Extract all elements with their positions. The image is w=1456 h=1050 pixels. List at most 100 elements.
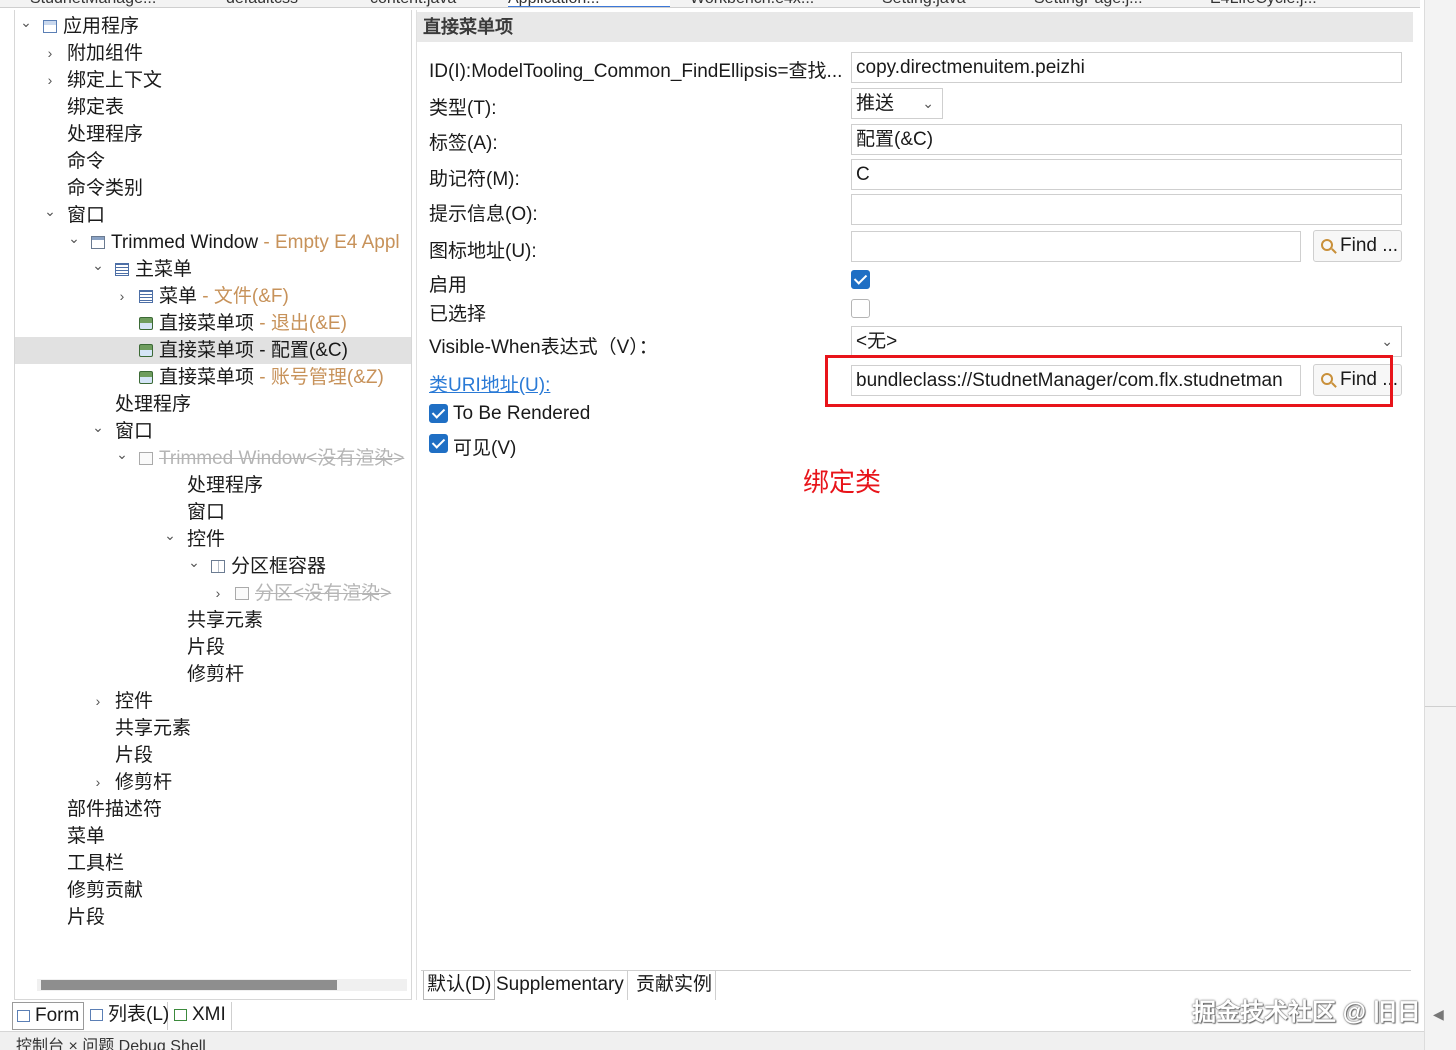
enabled-checkbox[interactable] [851, 270, 870, 289]
chevron-right-icon[interactable]: › [91, 688, 105, 715]
tree-item[interactable]: 片段 [15, 634, 411, 661]
top-tab-5[interactable]: Setting.java [882, 0, 1002, 7]
top-tab-6[interactable]: SettingPage.j... [1034, 0, 1174, 7]
tree-item[interactable]: › 分区<没有渲染> [15, 580, 411, 607]
top-tab-3[interactable]: Application... [508, 0, 670, 7]
tree-item[interactable]: › 控件 [15, 688, 411, 715]
chevron-right-icon[interactable]: › [115, 283, 129, 310]
tree-item-label: 控件 [115, 691, 154, 712]
tree-item-label: Trimmed Window [111, 232, 259, 253]
tab-form[interactable]: Form [12, 1002, 84, 1030]
tree-item[interactable]: 命令 [15, 148, 411, 175]
tree-item-label: 直接菜单项 [159, 367, 255, 388]
tab-list[interactable]: 列表(L) [86, 1002, 169, 1030]
icon-uri-field[interactable] [851, 231, 1301, 262]
chevron-down-icon[interactable]: ⌄ [91, 414, 105, 441]
tree-item-label: 窗口 [187, 502, 226, 523]
tree-item-text: 直接菜单项 - 退出(&E) [159, 310, 347, 337]
tree-item[interactable]: 直接菜单项 - 配置(&C) [15, 337, 411, 364]
tree-item[interactable]: ⌄ 窗口 [15, 418, 411, 445]
tree-item[interactable]: 片段 [15, 904, 411, 931]
icon-find-button[interactable]: Find ... [1313, 230, 1402, 262]
tree-scroll-thumb[interactable] [41, 980, 337, 990]
tree-item[interactable]: 处理程序 [15, 472, 411, 499]
tree-item[interactable]: › 附加组件 [15, 40, 411, 67]
tree-item[interactable]: › 修剪杆 [15, 769, 411, 796]
tree-item[interactable]: 直接菜单项 - 账号管理(&Z) [15, 364, 411, 391]
chevron-down-icon[interactable]: ⌄ [91, 252, 105, 279]
chevron-down-icon[interactable]: ⌄ [163, 522, 177, 549]
id-field[interactable]: copy.directmenuitem.peizhi [851, 52, 1402, 83]
tree-item[interactable]: ⌄ 分区框容器 [15, 553, 411, 580]
tree-item[interactable]: 直接菜单项 - 退出(&E) [15, 310, 411, 337]
tab-xmi[interactable]: XMI [170, 1002, 232, 1030]
tree-item[interactable]: 绑定表 [15, 94, 411, 121]
tree-item[interactable]: 处理程序 [15, 121, 411, 148]
class-uri-link[interactable]: 类URI地址(U): [429, 370, 550, 397]
tree-item[interactable]: › 绑定上下文 [15, 67, 411, 94]
type-select[interactable]: 推送 ⌄ [851, 88, 943, 119]
tree-item[interactable]: ⌄ Trimmed Window - Empty E4 Appl [15, 229, 411, 256]
model-tree[interactable]: ⌄ 应用程序 › 附加组件 › 绑定上下文 绑定表 处理程序 命令 命令类别 ⌄ 窗口 ⌄ Trimmed… [14, 10, 412, 1000]
tab-default[interactable]: 默认(D) [423, 971, 496, 1000]
tree-item[interactable]: 共享元素 [15, 715, 411, 742]
tooltip-field[interactable] [851, 194, 1402, 225]
right-panel-edge: ◀ [1424, 0, 1456, 1050]
tree-item-label: 共享元素 [115, 718, 192, 739]
tab-contributions[interactable]: 贡献实例 [633, 971, 717, 1000]
chevron-down-icon[interactable]: ⌄ [67, 225, 81, 252]
tree-item-label: 片段 [67, 907, 106, 928]
top-tab-1[interactable]: defaultcss [226, 0, 336, 7]
tree-item[interactable]: 处理程序 [15, 391, 411, 418]
mnemonic-field[interactable]: C [851, 159, 1402, 190]
tree-item[interactable]: 窗口 [15, 499, 411, 526]
tree-item[interactable]: ⌄ Trimmed Window<没有渲染> [15, 445, 411, 472]
chevron-down-icon[interactable]: ⌄ [19, 10, 33, 36]
tree-item-label: 直接菜单项 [159, 313, 255, 334]
chevron-right-icon[interactable]: › [211, 580, 225, 607]
tree-item[interactable]: 菜单 [15, 823, 411, 850]
chevron-down-icon[interactable]: ⌄ [187, 549, 201, 576]
tree-item[interactable]: 命令类别 [15, 175, 411, 202]
win-icon [91, 236, 105, 249]
selected-checkbox[interactable] [851, 299, 870, 318]
dim-icon [139, 452, 153, 465]
top-tab-7[interactable]: E4LifeCycle.j... [1210, 0, 1340, 7]
to-be-rendered-checkbox[interactable] [429, 404, 448, 423]
tree-item[interactable]: 修剪贡献 [15, 877, 411, 904]
tree-item-label: 分区框容器 [231, 556, 327, 577]
app-icon [43, 20, 57, 33]
tree-item[interactable]: 工具栏 [15, 850, 411, 877]
top-tab-0[interactable]: StudnetManage... [30, 0, 180, 7]
tree-item[interactable]: 修剪杆 [15, 661, 411, 688]
dim-icon [235, 587, 249, 600]
chevron-down-icon[interactable]: ⌄ [115, 441, 129, 468]
tree-item[interactable]: ⌄ 应用程序 [15, 13, 411, 40]
tree-item[interactable]: ⌄ 控件 [15, 526, 411, 553]
tag-field[interactable]: 配置(&C) [851, 124, 1402, 155]
tree-item[interactable]: › 菜单 - 文件(&F) [15, 283, 411, 310]
tree-item[interactable]: 部件描述符 [15, 796, 411, 823]
chevron-left-icon[interactable]: ◀ [1433, 1006, 1444, 1023]
tree-item[interactable]: ⌄ 主菜单 [15, 256, 411, 283]
visible-checkbox[interactable] [429, 434, 448, 453]
tree-item-suffix: - 文件(&F) [197, 286, 289, 307]
tree-item-label: Trimmed Window<没有渲染> [159, 448, 405, 469]
tab-supplementary[interactable]: Supplementary [493, 971, 628, 1000]
chevron-right-icon[interactable]: › [91, 769, 105, 796]
top-tab-4[interactable]: Workbench.e4x... [690, 0, 840, 7]
editor-tab-strip: StudnetManage... defaultcss content.java… [0, 0, 1420, 8]
tree-item[interactable]: 片段 [15, 742, 411, 769]
tree-item[interactable]: 共享元素 [15, 607, 411, 634]
tree-item-label: 菜单 [67, 826, 106, 847]
chevron-right-icon[interactable]: › [43, 40, 57, 67]
tree-horizontal-scrollbar[interactable] [37, 979, 407, 991]
views-tab-strip[interactable]: 控制台 × 问题 Debug Shell [0, 1031, 1456, 1050]
enabled-label: 启用 [429, 275, 468, 296]
chevron-right-icon[interactable]: › [43, 67, 57, 94]
top-tab-2[interactable]: content.java [370, 0, 490, 7]
type-label: 类型(T): [429, 98, 497, 119]
visible-when-select[interactable]: <无> ⌄ [851, 326, 1402, 357]
chevron-down-icon[interactable]: ⌄ [43, 198, 57, 225]
tree-item-suffix: - Empty E4 Appl [258, 232, 400, 253]
